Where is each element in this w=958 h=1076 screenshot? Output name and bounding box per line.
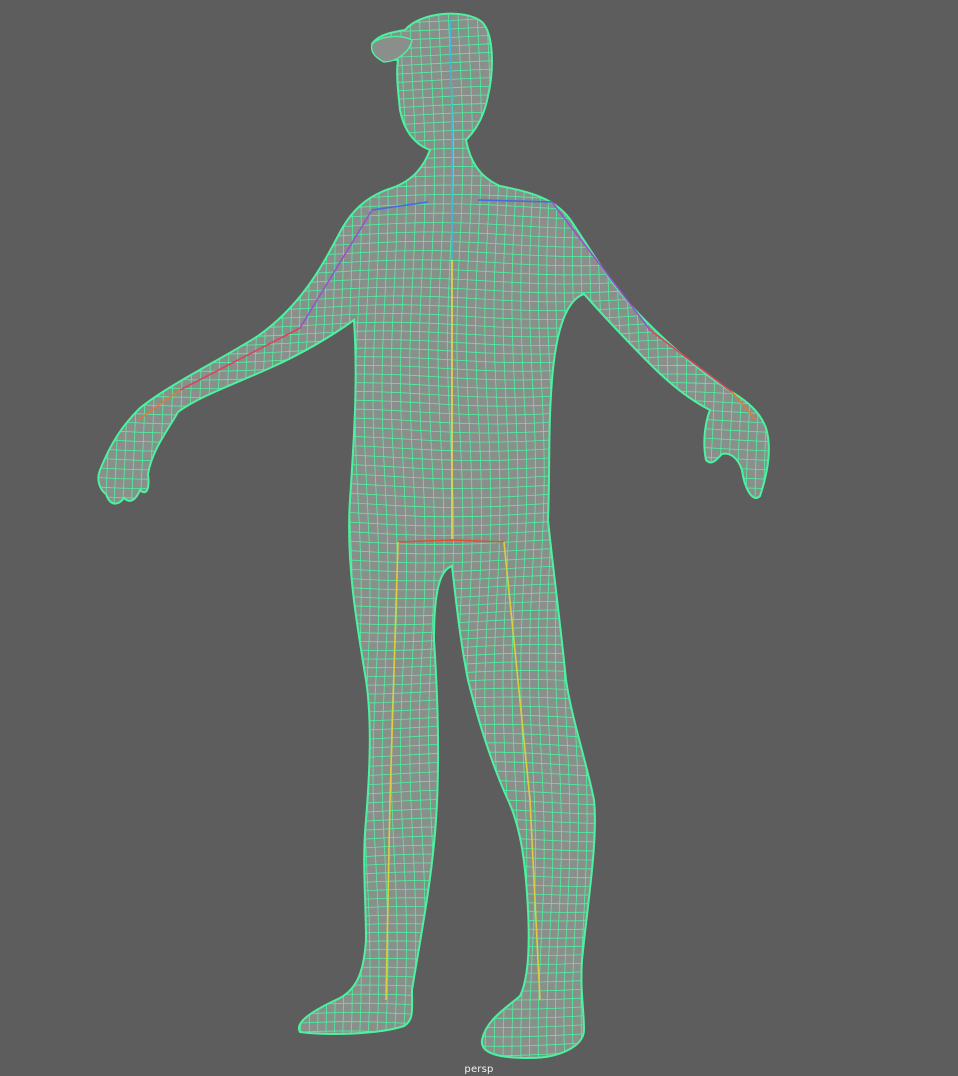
wire-edge-vertical — [337, 13, 345, 1058]
wire-edge-horizontal — [98, 940, 769, 948]
wire-edge-horizontal — [98, 966, 769, 974]
wire-edge-vertical — [680, 13, 687, 1058]
wire-edge-vertical — [320, 13, 327, 1058]
wire-edge-vertical — [138, 13, 146, 1058]
wire-edge-horizontal — [98, 905, 769, 913]
wire-edge-vertical — [86, 0, 92, 1060]
wire-edge-vertical — [615, 13, 623, 1058]
wire-edge-horizontal — [98, 1021, 769, 1029]
wire-edge-vertical — [285, 13, 293, 1058]
wire-edge-vertical — [259, 13, 267, 1058]
wire-edge-vertical — [633, 13, 641, 1058]
wire-edge-horizontal — [98, 897, 769, 905]
wire-edge-horizontal — [98, 914, 769, 922]
wire-edge-vertical — [311, 13, 319, 1058]
character-mesh-fill[interactable] — [98, 13, 769, 1058]
wire-edge-vertical — [763, 13, 769, 1058]
wire-edge-vertical — [120, 13, 128, 1058]
wire-edge-horizontal — [98, 949, 769, 957]
wire-edge-vertical — [642, 13, 650, 1058]
wire-edge-vertical — [328, 13, 336, 1058]
wire-edge-vertical — [589, 13, 597, 1058]
wire-edge-vertical — [111, 13, 119, 1058]
wire-edge-vertical — [754, 13, 762, 1058]
wire-edge-vertical — [268, 13, 276, 1058]
wire-edge-vertical — [213, 13, 221, 1058]
wire-edge-vertical — [727, 13, 735, 1058]
wire-edge-vertical — [670, 13, 678, 1058]
wire-edge-horizontal — [80, 0, 780, 5]
wire-edge-vertical — [148, 13, 155, 1058]
wire-edge-vertical — [699, 13, 706, 1058]
wire-edge-horizontal — [98, 1002, 769, 1010]
wire-edge-horizontal — [98, 1030, 769, 1038]
perspective-viewport[interactable]: persp — [0, 0, 958, 1076]
wire-edge-vertical — [597, 13, 605, 1058]
wire-edge-vertical — [294, 13, 302, 1058]
wire-edge-vertical — [773, 0, 779, 1060]
wire-edge-vertical — [606, 13, 614, 1058]
wire-edge-vertical — [736, 13, 744, 1058]
wire-edge-vertical — [195, 13, 202, 1058]
mesh-surface[interactable] — [98, 13, 769, 1058]
wire-edge-vertical — [277, 13, 284, 1058]
wire-edge-horizontal — [98, 923, 769, 931]
camera-name-label: persp — [464, 1064, 494, 1075]
scene-canvas[interactable] — [0, 0, 958, 1076]
wire-edge-vertical — [661, 13, 669, 1058]
wire-edge-horizontal — [98, 957, 769, 965]
wire-edge-horizontal — [98, 1049, 769, 1057]
wire-edge-vertical — [166, 13, 174, 1058]
wire-edge-vertical — [689, 13, 697, 1058]
wire-edge-vertical — [708, 13, 716, 1058]
wire-edge-horizontal — [98, 888, 769, 896]
wire-edge-vertical — [204, 13, 212, 1058]
wire-edge-vertical — [102, 13, 110, 1058]
wire-edge-vertical — [652, 13, 659, 1058]
wire-edge-horizontal — [98, 984, 769, 992]
wire-edge-vertical — [232, 13, 240, 1058]
wire-edge-vertical — [302, 13, 310, 1058]
wire-edge-vertical — [241, 13, 249, 1058]
wire-edge-vertical — [223, 13, 231, 1058]
wire-edge-horizontal — [98, 13, 769, 15]
wire-edge-horizontal — [98, 931, 769, 939]
wire-edge-vertical — [129, 13, 137, 1058]
wire-edge-vertical — [185, 13, 193, 1058]
wire-edge-vertical — [176, 13, 184, 1058]
wire-edge-horizontal — [98, 975, 769, 983]
wire-edge-vertical — [98, 13, 101, 1058]
wire-edge-vertical — [717, 13, 725, 1058]
wire-edge-horizontal — [98, 993, 769, 1001]
wire-edge-vertical — [157, 13, 165, 1058]
wire-edge-horizontal — [98, 1011, 769, 1019]
wire-edge-horizontal — [98, 1039, 769, 1047]
wire-edge-vertical — [745, 13, 753, 1058]
wire-edge-vertical — [624, 13, 632, 1058]
wire-edge-vertical — [250, 13, 258, 1058]
